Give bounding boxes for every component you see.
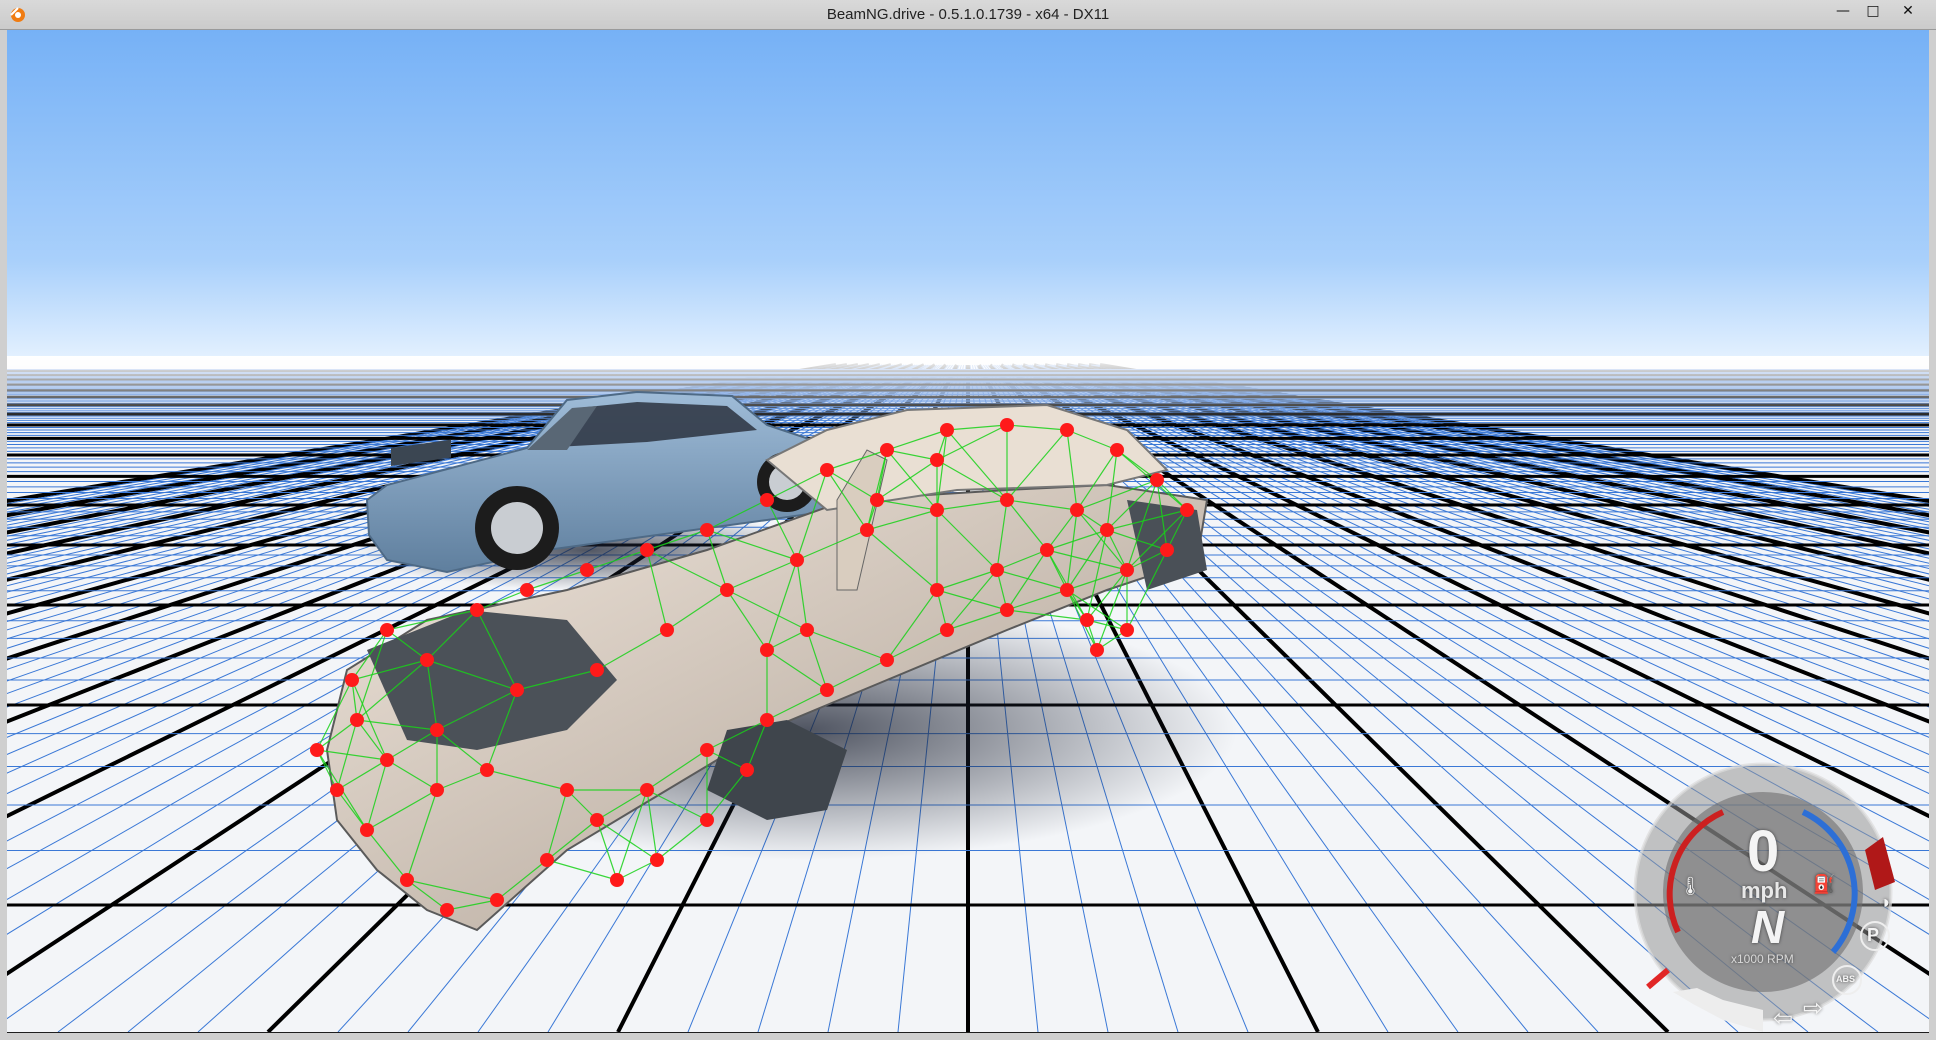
node	[940, 423, 954, 437]
node	[760, 493, 774, 507]
node	[580, 563, 594, 577]
node	[310, 743, 324, 757]
node	[1120, 563, 1134, 577]
node	[430, 783, 444, 797]
speedometer-hud: 0 mph N x1000 RPM P ABS 🌡 ⛽ ◑ ⇦ ⇨	[1613, 742, 1913, 1032]
node	[760, 713, 774, 727]
node	[1000, 418, 1014, 432]
node	[870, 493, 884, 507]
node	[820, 463, 834, 477]
node	[380, 623, 394, 637]
node	[940, 623, 954, 637]
node	[480, 763, 494, 777]
game-viewport[interactable]: 0 mph N x1000 RPM P ABS 🌡 ⛽ ◑ ⇦ ⇨	[7, 30, 1929, 1032]
node	[540, 853, 554, 867]
node	[380, 753, 394, 767]
node	[560, 783, 574, 797]
close-button[interactable]: ✕	[1888, 0, 1928, 22]
node	[740, 763, 754, 777]
node	[860, 523, 874, 537]
node	[1060, 423, 1074, 437]
node	[590, 663, 604, 677]
node	[590, 813, 604, 827]
node	[610, 873, 624, 887]
node	[1180, 503, 1194, 517]
minimize-button[interactable]: —	[1828, 0, 1858, 22]
node	[930, 583, 944, 597]
node	[790, 553, 804, 567]
node	[350, 713, 364, 727]
node	[420, 653, 434, 667]
node	[1110, 443, 1124, 457]
park-indicator: P	[1867, 925, 1880, 945]
node	[1120, 623, 1134, 637]
node	[1080, 613, 1094, 627]
window-title: BeamNG.drive - 0.5.1.0.1739 - x64 - DX11	[826, 6, 1110, 23]
node	[490, 893, 504, 907]
speed-readout: 0	[1747, 819, 1780, 884]
node	[1100, 523, 1114, 537]
node	[1000, 493, 1014, 507]
node	[470, 603, 484, 617]
node	[760, 643, 774, 657]
node	[330, 783, 344, 797]
node	[1090, 643, 1104, 657]
node	[1160, 543, 1174, 557]
node	[510, 683, 524, 697]
node	[360, 823, 374, 837]
node	[1000, 603, 1014, 617]
abs-indicator: ABS	[1836, 974, 1856, 984]
node	[930, 503, 944, 517]
node	[800, 623, 814, 637]
node	[990, 563, 1004, 577]
node	[1060, 583, 1074, 597]
node	[720, 583, 734, 597]
node	[650, 853, 664, 867]
window-titlebar[interactable]: BeamNG.drive - 0.5.1.0.1739 - x64 - DX11…	[0, 0, 1936, 30]
node	[440, 903, 454, 917]
maximize-button[interactable]: □	[1858, 0, 1888, 22]
headlight-icon: ◑	[1879, 892, 1890, 912]
node	[1150, 473, 1164, 487]
gauge-rpm-needle	[1646, 967, 1670, 990]
turn-left-icon: ⇦	[1773, 1005, 1794, 1032]
node	[700, 523, 714, 537]
node	[345, 673, 359, 687]
turn-right-icon: ⇨	[1803, 995, 1824, 1022]
node	[880, 443, 894, 457]
fuel-icon: ⛽	[1813, 874, 1836, 894]
node	[640, 783, 654, 797]
node	[820, 683, 834, 697]
node	[930, 453, 944, 467]
node	[520, 583, 534, 597]
gear-indicator: N	[1751, 901, 1785, 953]
node	[1070, 503, 1084, 517]
node	[700, 743, 714, 757]
node	[660, 623, 674, 637]
sky	[7, 30, 1929, 360]
node	[700, 813, 714, 827]
node	[640, 543, 654, 557]
node	[1040, 543, 1054, 557]
node	[880, 653, 894, 667]
rpm-unit-label: x1000 RPM	[1731, 952, 1794, 966]
node	[430, 723, 444, 737]
node	[400, 873, 414, 887]
temperature-icon: 🌡	[1679, 876, 1702, 896]
sedan-front-hub	[491, 502, 543, 554]
